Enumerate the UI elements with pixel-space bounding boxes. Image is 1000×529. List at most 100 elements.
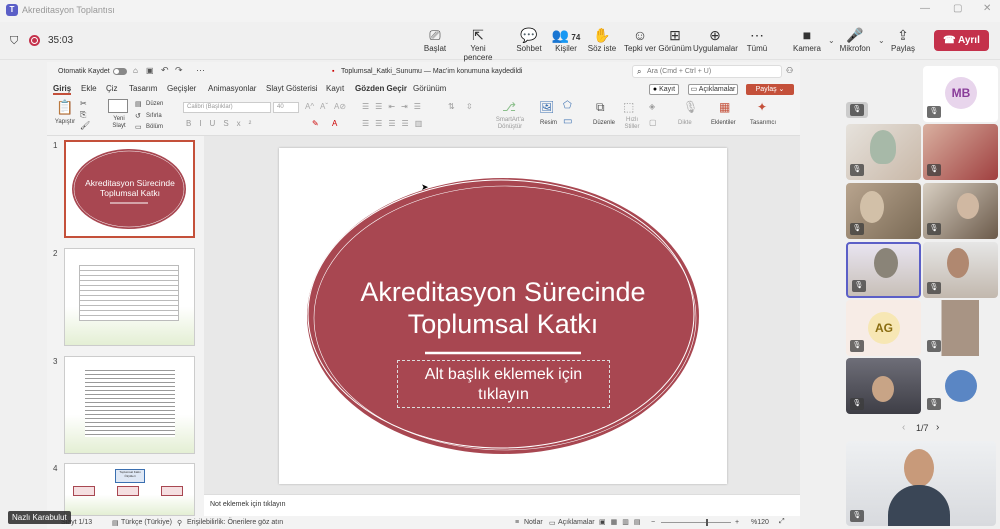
- participant-video-tile[interactable]: 🎙: [846, 124, 921, 180]
- uygulamalar-button[interactable]: ⊕ Uygulamalar: [693, 26, 738, 53]
- picture-icon[interactable]: 🖼: [539, 100, 554, 114]
- main-slide[interactable]: Akreditasyon Sürecinde Toplumsal Katkı A…: [279, 148, 727, 484]
- comments-toggle[interactable]: Açıklamalar: [558, 519, 595, 526]
- tümü-button[interactable]: ⋯ Tümü: [735, 26, 779, 53]
- section-icon[interactable]: ▭: [135, 123, 142, 131]
- shape-fill-icon[interactable]: ◈: [649, 102, 655, 111]
- highlight-icon[interactable]: ✎: [312, 119, 319, 128]
- layout-label[interactable]: Düzen: [146, 101, 163, 107]
- cut-icon[interactable]: ✂: [80, 99, 87, 108]
- tab-gözden-geçir[interactable]: Gözden Geçir: [355, 84, 407, 93]
- tab-kayıt[interactable]: Kayıt: [326, 84, 344, 93]
- tab-slayt-gösterisi[interactable]: Slayt Gösterisi: [266, 84, 318, 93]
- font-style-buttons[interactable]: BIUSx²: [186, 119, 259, 128]
- camera-options-chevron-icon[interactable]: ⌄: [828, 36, 835, 45]
- reset-label[interactable]: Sıfırla: [146, 113, 162, 119]
- layout-icon[interactable]: ▤: [135, 100, 142, 108]
- accessibility-label[interactable]: Erişilebilirlik: Önerilere göz atın: [187, 519, 283, 526]
- quick-styles-icon[interactable]: ⬚: [623, 100, 634, 114]
- fit-slide-icon[interactable]: ⤢: [779, 518, 785, 526]
- zoom-in-icon[interactable]: +: [735, 519, 739, 526]
- language-label[interactable]: Türkçe (Türkiye): [121, 519, 172, 526]
- font-size-select[interactable]: 40: [273, 102, 299, 113]
- notes-toggle[interactable]: Notlar: [524, 519, 543, 526]
- format-painter-icon[interactable]: 🖌: [80, 121, 90, 130]
- leave-button[interactable]: ☎ Ayrıl: [934, 30, 989, 51]
- designer-icon[interactable]: ✦: [757, 100, 767, 114]
- slide-thumbnail-2[interactable]: [64, 248, 195, 346]
- home-icon[interactable]: ⌂: [133, 66, 138, 75]
- next-page-icon[interactable]: ›: [936, 422, 939, 433]
- kamera-button[interactable]: ■ Kamera: [785, 26, 829, 53]
- textbox-icon[interactable]: ▭: [563, 116, 572, 127]
- maximize-icon[interactable]: ▢: [953, 3, 962, 14]
- prev-page-icon[interactable]: ‹: [902, 422, 905, 433]
- view-buttons[interactable]: ▣▦▥▤: [599, 518, 645, 526]
- align-buttons[interactable]: ☰☰☰☰▥: [362, 119, 428, 128]
- comments-button[interactable]: ▭ Açıklamalar: [688, 84, 738, 95]
- ppt-share-button[interactable]: Paylaş ⌄: [746, 84, 794, 95]
- spellcheck-icon[interactable]: ▤: [112, 519, 119, 527]
- section-label[interactable]: Bölüm: [146, 124, 163, 130]
- smartart-icon[interactable]: ⎇: [500, 100, 518, 114]
- more-icon[interactable]: ⋯: [196, 65, 205, 76]
- font-color-icon[interactable]: A: [332, 119, 337, 128]
- participant-video-tile[interactable]: 🎙: [923, 183, 998, 239]
- copy-icon[interactable]: ⎘: [80, 110, 86, 120]
- text-direction-icon[interactable]: ⇅: [448, 102, 455, 111]
- list-buttons[interactable]: ☰☰⇤⇥☰: [362, 102, 427, 111]
- tab-geçişler[interactable]: Geçişler: [167, 84, 196, 93]
- save-icon[interactable]: ▣: [146, 66, 154, 75]
- mic-options-chevron-icon[interactable]: ⌄: [878, 36, 885, 45]
- participant-tile[interactable]: MB 🎙: [923, 66, 998, 122]
- participant-video-tile-active-speaker[interactable]: 🎙: [846, 242, 921, 298]
- comments-icon[interactable]: ▭: [549, 519, 556, 527]
- participant-video-tile[interactable]: 🎙: [923, 300, 998, 356]
- font-name-select[interactable]: Calibri (Başlıklar): [183, 102, 271, 113]
- account-icon[interactable]: ⚇: [786, 66, 793, 75]
- align-text-icon[interactable]: ⇳: [466, 102, 473, 111]
- yeni-pencere-button[interactable]: ⇱ Yeni pencere: [456, 26, 500, 62]
- notes-icon[interactable]: ≡: [515, 519, 519, 526]
- görünüm-button[interactable]: ⊞ Görünüm: [653, 26, 697, 53]
- shrink-font-icon[interactable]: Aˇ: [320, 102, 328, 111]
- clear-format-icon[interactable]: A⊘: [334, 102, 346, 111]
- participant-video-tile[interactable]: 🎙: [923, 124, 998, 180]
- zoom-out-icon[interactable]: −: [651, 519, 655, 526]
- notes-pane[interactable]: Not eklemek için tıklayın: [204, 494, 800, 516]
- paste-icon[interactable]: 📋: [54, 99, 76, 116]
- zoom-slider[interactable]: [661, 519, 731, 526]
- shapes-icon[interactable]: ⬠: [563, 100, 572, 111]
- participant-video-tile[interactable]: 🎙: [846, 358, 921, 414]
- reset-icon[interactable]: ↺: [135, 112, 141, 120]
- participant-tile[interactable]: 🎙: [923, 358, 998, 414]
- arrange-icon[interactable]: ⧉: [596, 100, 605, 115]
- tab-tasarım[interactable]: Tasarım: [129, 84, 157, 93]
- slide-title[interactable]: Akreditasyon Sürecinde Toplumsal Katkı: [343, 276, 663, 340]
- slide-subtitle-placeholder[interactable]: Alt başlık eklemek için tıklayın: [397, 360, 610, 408]
- zoom-level[interactable]: %120: [751, 519, 769, 526]
- tab-animasyonlar[interactable]: Animasyonlar: [208, 84, 256, 93]
- self-video-tile[interactable]: 🎙: [846, 441, 996, 526]
- new-slide-icon[interactable]: [108, 99, 128, 113]
- participant-video-tile[interactable]: 🎙: [923, 242, 998, 298]
- addins-icon[interactable]: ▦: [719, 100, 730, 114]
- undo-icon[interactable]: ↶: [161, 65, 169, 76]
- tab-çiz[interactable]: Çiz: [106, 84, 118, 93]
- başlat-button[interactable]: ⎚ Başlat: [413, 26, 457, 53]
- redo-icon[interactable]: ↷: [175, 65, 183, 76]
- tab-giriş[interactable]: Giriş: [53, 84, 72, 95]
- slide-thumbnail-3[interactable]: [64, 356, 195, 454]
- record-button[interactable]: ● Kayıt: [649, 84, 679, 95]
- search-box[interactable]: ⌕ Ara (Cmd + Ctrl + U): [632, 65, 782, 78]
- slide-thumbnail-4[interactable]: Toplumsal Katkı Ölçütleri: [64, 463, 195, 516]
- grow-font-icon[interactable]: A^: [305, 102, 314, 111]
- tab-görünüm[interactable]: Görünüm: [413, 84, 446, 93]
- tab-ekle[interactable]: Ekle: [81, 84, 97, 93]
- paylaş-button[interactable]: ⇪ Paylaş: [881, 26, 925, 53]
- mikrofon-button[interactable]: 🎤 Mikrofon: [833, 26, 877, 53]
- accessibility-icon[interactable]: ⚲: [177, 519, 182, 527]
- participant-video-tile[interactable]: 🎙: [846, 183, 921, 239]
- slide-thumbnail-1[interactable]: Akreditasyon Sürecinde Toplumsal Katkı: [64, 140, 195, 238]
- shape-outline-icon[interactable]: ▢: [649, 118, 657, 127]
